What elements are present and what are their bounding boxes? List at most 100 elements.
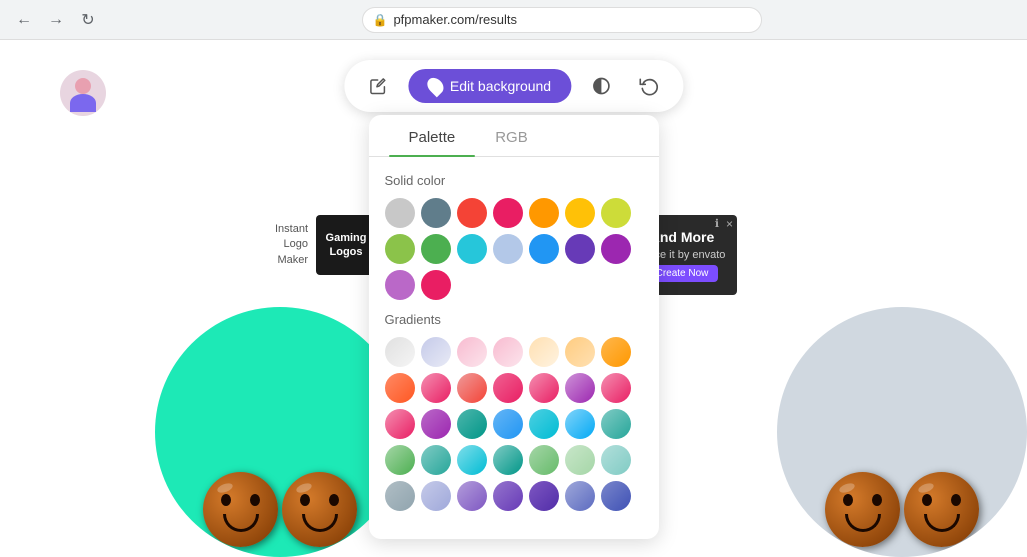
gradient-swatch[interactable] — [385, 409, 415, 439]
gradient-swatch[interactable] — [493, 409, 523, 439]
smiley-left-eye — [221, 494, 231, 506]
droplet-icon — [424, 75, 447, 98]
gradient-swatch[interactable] — [565, 373, 595, 403]
color-swatch[interactable] — [385, 270, 415, 300]
color-swatch[interactable] — [601, 234, 631, 264]
gradient-swatch[interactable] — [529, 481, 559, 511]
gradient-swatch[interactable] — [601, 481, 631, 511]
smiley-right-eye — [250, 494, 260, 506]
and-more-text: And More — [650, 229, 715, 245]
page-content: Edit background Palette RGB Solid color — [0, 40, 1027, 557]
instant-logo-text: Instant Logo Maker — [275, 222, 308, 268]
avatar[interactable] — [60, 70, 106, 116]
gradient-swatch[interactable] — [601, 445, 631, 475]
color-swatch[interactable] — [493, 198, 523, 228]
smiley-right-1 — [825, 472, 900, 547]
gradient-swatch[interactable] — [565, 337, 595, 367]
reset-button[interactable] — [631, 68, 667, 104]
avatar-area — [60, 70, 106, 116]
toolbar: Edit background — [344, 60, 683, 112]
smiley-left-2 — [282, 472, 357, 547]
address-bar[interactable]: 🔒 pfpmaker.com/results — [362, 7, 762, 33]
back-button[interactable]: ← — [12, 8, 36, 32]
solid-color-grid — [385, 198, 643, 300]
gradient-swatch[interactable] — [385, 373, 415, 403]
smiley-highlight — [216, 482, 234, 495]
gradient-swatch[interactable] — [529, 445, 559, 475]
gradients-section: Gradients — [369, 312, 659, 511]
ad-close-button[interactable]: × — [726, 217, 733, 231]
smiley-left-eye — [843, 494, 853, 506]
smiley-left-1 — [203, 472, 278, 547]
gradient-swatch[interactable] — [421, 337, 451, 367]
tab-rgb[interactable]: RGB — [475, 115, 548, 156]
color-swatch[interactable] — [421, 234, 451, 264]
gradients-label: Gradients — [385, 312, 643, 327]
gradient-swatch[interactable] — [493, 481, 523, 511]
contrast-button[interactable] — [583, 68, 619, 104]
lock-icon: 🔒 — [373, 13, 388, 27]
color-swatch[interactable] — [565, 198, 595, 228]
color-swatch[interactable] — [385, 198, 415, 228]
gradient-swatch[interactable] — [565, 481, 595, 511]
color-swatch[interactable] — [493, 234, 523, 264]
gradient-swatch[interactable] — [529, 337, 559, 367]
smiley-highlight — [917, 482, 935, 495]
avatar-person — [60, 70, 106, 116]
smiley-left-eye — [300, 494, 310, 506]
smiley-pair-left — [203, 472, 357, 547]
color-swatch[interactable] — [457, 234, 487, 264]
smiley-mouth — [845, 514, 881, 532]
gradient-swatch[interactable] — [457, 445, 487, 475]
smiley-right-eye — [872, 494, 882, 506]
smiley-pair-right — [825, 472, 979, 547]
gaming-logos-box[interactable]: Gaming Logos — [316, 215, 376, 275]
gradient-swatch[interactable] — [601, 373, 631, 403]
pencil-button[interactable] — [360, 68, 396, 104]
gradient-swatch[interactable] — [457, 481, 487, 511]
gradient-swatch[interactable] — [565, 409, 595, 439]
tab-palette[interactable]: Palette — [389, 115, 476, 156]
gradient-swatch[interactable] — [565, 445, 595, 475]
browser-bar: ← → ↻ 🔒 pfpmaker.com/results — [0, 0, 1027, 40]
gradient-swatch[interactable] — [421, 481, 451, 511]
color-swatch[interactable] — [565, 234, 595, 264]
gradient-swatch[interactable] — [385, 337, 415, 367]
gradient-swatch[interactable] — [457, 409, 487, 439]
color-swatch[interactable] — [601, 198, 631, 228]
reload-button[interactable]: ↻ — [76, 8, 100, 32]
smiley-highlight — [295, 482, 313, 495]
gradient-swatch[interactable] — [421, 445, 451, 475]
avatar-body — [70, 94, 96, 112]
gradient-swatch[interactable] — [385, 481, 415, 511]
color-swatch[interactable] — [421, 198, 451, 228]
gradients-grid — [385, 337, 643, 511]
color-swatch[interactable] — [385, 234, 415, 264]
gradient-swatch[interactable] — [457, 373, 487, 403]
color-swatch[interactable] — [457, 198, 487, 228]
gradient-swatch[interactable] — [529, 373, 559, 403]
solid-color-label: Solid color — [385, 173, 643, 188]
gradient-swatch[interactable] — [493, 337, 523, 367]
ad-info-button[interactable]: ℹ — [715, 217, 719, 230]
edit-background-button[interactable]: Edit background — [408, 69, 571, 103]
gradient-swatch[interactable] — [601, 409, 631, 439]
circle-gray-bg — [777, 307, 1027, 557]
gradient-swatch[interactable] — [601, 337, 631, 367]
gradient-swatch[interactable] — [421, 373, 451, 403]
smiley-right-eye — [329, 494, 339, 506]
preview-right — [757, 277, 1027, 557]
color-swatch[interactable] — [421, 270, 451, 300]
color-swatch[interactable] — [529, 234, 559, 264]
gradient-swatch[interactable] — [493, 445, 523, 475]
gradient-swatch[interactable] — [385, 445, 415, 475]
gradient-swatch[interactable] — [457, 337, 487, 367]
gradient-swatch[interactable] — [529, 409, 559, 439]
color-swatch[interactable] — [529, 198, 559, 228]
smiley-mouth — [924, 514, 960, 532]
gradient-swatch[interactable] — [421, 409, 451, 439]
preview-left — [155, 277, 405, 557]
solid-color-section: Solid color — [369, 173, 659, 300]
gradient-swatch[interactable] — [493, 373, 523, 403]
forward-button[interactable]: → — [44, 8, 68, 32]
